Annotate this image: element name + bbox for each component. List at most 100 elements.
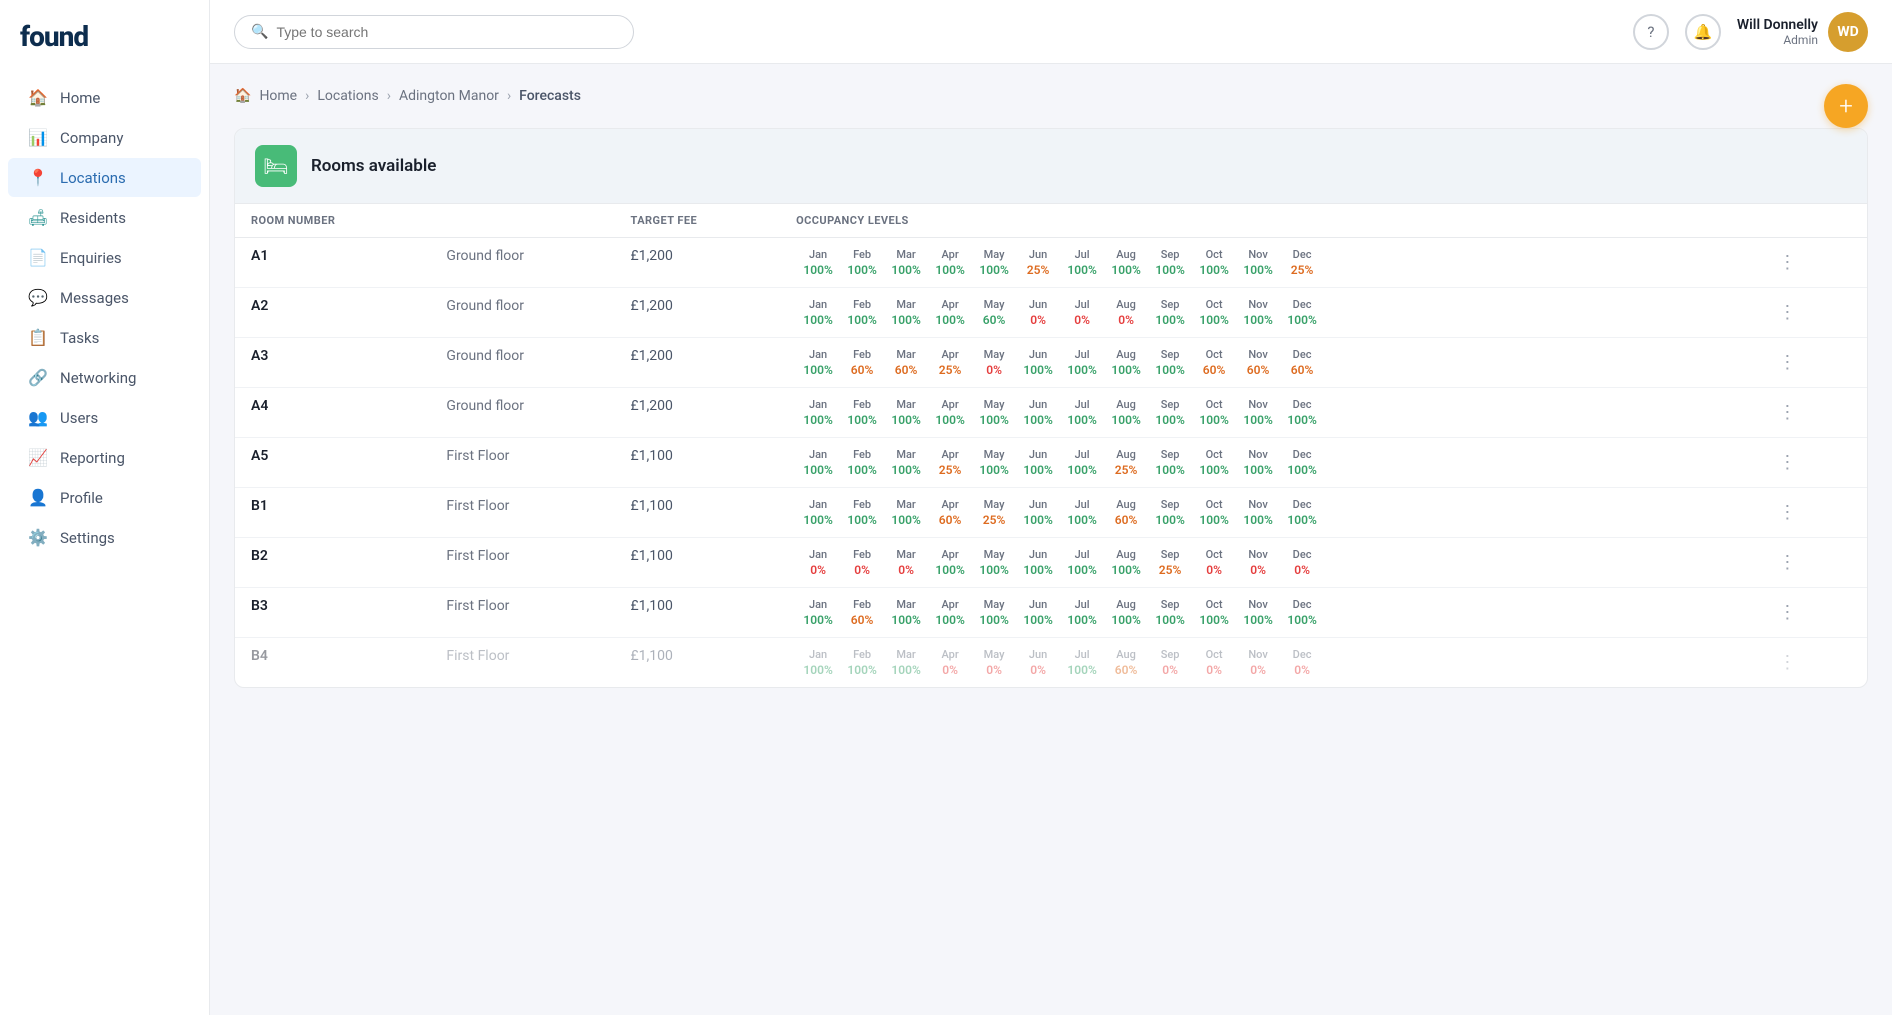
row-menu-button[interactable]: ⋮ xyxy=(1770,448,1851,477)
col-room: ROOM NUMBER xyxy=(235,204,430,238)
row-actions[interactable]: ⋮ xyxy=(1754,538,1867,588)
occ-month-feb: Feb 100% xyxy=(840,498,884,527)
occ-month-oct: Oct 100% xyxy=(1192,598,1236,627)
target-fee: £1,100 xyxy=(615,438,781,488)
occ-month-jun: Jun 100% xyxy=(1016,598,1060,627)
floor-label: First Floor xyxy=(430,588,614,638)
sidebar-item-settings[interactable]: ⚙️ Settings xyxy=(8,518,201,557)
sidebar-item-label: Home xyxy=(60,89,100,107)
row-actions[interactable]: ⋮ xyxy=(1754,638,1867,688)
occ-month-feb: Feb 60% xyxy=(840,598,884,627)
breadcrumb-sep-2: › xyxy=(387,88,391,104)
occ-month-jul: Jul 100% xyxy=(1060,498,1104,527)
occ-month-feb: Feb 0% xyxy=(840,548,884,577)
occ-month-mar: Mar 100% xyxy=(884,448,928,477)
row-menu-button[interactable]: ⋮ xyxy=(1770,498,1851,527)
occ-month-jun: Jun 0% xyxy=(1016,648,1060,677)
row-actions[interactable]: ⋮ xyxy=(1754,488,1867,538)
occ-month-jun: Jun 100% xyxy=(1016,498,1060,527)
sidebar-item-networking[interactable]: 🔗 Networking xyxy=(8,358,201,397)
row-actions[interactable]: ⋮ xyxy=(1754,238,1867,288)
breadcrumb-home[interactable]: Home xyxy=(259,88,297,104)
floor-label: Ground floor xyxy=(430,338,614,388)
occ-month-dec: Dec 25% xyxy=(1280,248,1324,277)
avatar[interactable]: WD xyxy=(1828,12,1868,52)
breadcrumb-locations[interactable]: Locations xyxy=(317,88,378,104)
room-number: A3 xyxy=(235,338,430,388)
add-button[interactable]: + xyxy=(1824,84,1868,128)
target-fee: £1,200 xyxy=(615,338,781,388)
target-fee: £1,200 xyxy=(615,288,781,338)
table-row: A1 Ground floor £1,200 Jan 100% Feb 100%… xyxy=(235,238,1867,288)
sidebar-item-locations[interactable]: 📍 Locations xyxy=(8,158,201,197)
breadcrumb-property[interactable]: Adington Manor xyxy=(399,88,499,104)
occ-month-sep: Sep 100% xyxy=(1148,348,1192,377)
row-actions[interactable]: ⋮ xyxy=(1754,438,1867,488)
row-menu-button[interactable]: ⋮ xyxy=(1770,298,1851,327)
occupancy-levels: Jan 100% Feb 100% Mar 100% Apr 100% May … xyxy=(780,288,1754,338)
occ-month-aug: Aug 100% xyxy=(1104,548,1148,577)
sidebar-item-label: Enquiries xyxy=(60,249,122,267)
occ-month-nov: Nov 0% xyxy=(1236,648,1280,677)
occ-month-jul: Jul 100% xyxy=(1060,548,1104,577)
row-actions[interactable]: ⋮ xyxy=(1754,288,1867,338)
occ-month-sep: Sep 100% xyxy=(1148,598,1192,627)
sidebar-item-home[interactable]: 🏠 Home xyxy=(8,78,201,117)
sidebar-item-users[interactable]: 👥 Users xyxy=(8,398,201,437)
occ-month-dec: Dec 100% xyxy=(1280,448,1324,477)
search-box[interactable]: 🔍 xyxy=(234,15,634,49)
row-menu-button[interactable]: ⋮ xyxy=(1770,398,1851,427)
col-floor xyxy=(430,204,614,238)
row-menu-button[interactable]: ⋮ xyxy=(1770,348,1851,377)
breadcrumb-home-icon: 🏠 xyxy=(234,88,251,104)
occ-month-oct: Oct 100% xyxy=(1192,498,1236,527)
main-nav: 🏠 Home 📊 Company 📍 Locations 🛋 Residents… xyxy=(0,77,209,558)
room-number: A5 xyxy=(235,438,430,488)
breadcrumb: 🏠 Home › Locations › Adington Manor › Fo… xyxy=(234,88,1868,104)
occ-month-oct: Oct 100% xyxy=(1192,448,1236,477)
content-area: 🏠 Home › Locations › Adington Manor › Fo… xyxy=(210,64,1892,1015)
occ-month-dec: Dec 100% xyxy=(1280,398,1324,427)
sidebar-item-residents[interactable]: 🛋 Residents xyxy=(8,198,201,237)
occ-month-aug: Aug 100% xyxy=(1104,398,1148,427)
occ-month-may: May 100% xyxy=(972,448,1016,477)
col-occ: OCCUPANCY LEVELS xyxy=(780,204,1754,238)
occ-month-dec: Dec 100% xyxy=(1280,598,1324,627)
row-actions[interactable]: ⋮ xyxy=(1754,388,1867,438)
row-menu-button[interactable]: ⋮ xyxy=(1770,248,1851,277)
occ-month-may: May 0% xyxy=(972,648,1016,677)
occ-month-jun: Jun 100% xyxy=(1016,348,1060,377)
occ-month-jun: Jun 100% xyxy=(1016,398,1060,427)
row-actions[interactable]: ⋮ xyxy=(1754,338,1867,388)
sidebar-item-company[interactable]: 📊 Company xyxy=(8,118,201,157)
locations-icon: 📍 xyxy=(28,168,48,187)
notifications-button[interactable]: 🔔 xyxy=(1685,14,1721,50)
occ-month-nov: Nov 100% xyxy=(1236,598,1280,627)
occ-month-apr: Apr 60% xyxy=(928,498,972,527)
sidebar-item-enquiries[interactable]: 📄 Enquiries xyxy=(8,238,201,277)
company-icon: 📊 xyxy=(28,128,48,147)
help-button[interactable]: ? xyxy=(1633,14,1669,50)
occ-month-apr: Apr 25% xyxy=(928,448,972,477)
sidebar-item-profile[interactable]: 👤 Profile xyxy=(8,478,201,517)
header: 🔍 ? 🔔 Will Donnelly Admin WD xyxy=(210,0,1892,64)
occ-month-feb: Feb 60% xyxy=(840,348,884,377)
card-header: 🛏 Rooms available xyxy=(235,129,1867,204)
occ-month-may: May 100% xyxy=(972,548,1016,577)
sidebar-item-tasks[interactable]: 📋 Tasks xyxy=(8,318,201,357)
messages-icon: 💬 xyxy=(28,288,48,307)
row-menu-button[interactable]: ⋮ xyxy=(1770,548,1851,577)
occ-month-oct: Oct 100% xyxy=(1192,248,1236,277)
sidebar-item-reporting[interactable]: 📈 Reporting xyxy=(8,438,201,477)
row-actions[interactable]: ⋮ xyxy=(1754,588,1867,638)
occ-month-nov: Nov 100% xyxy=(1236,498,1280,527)
search-input[interactable] xyxy=(276,24,617,40)
floor-label: Ground floor xyxy=(430,238,614,288)
sidebar-item-messages[interactable]: 💬 Messages xyxy=(8,278,201,317)
occ-month-mar: Mar 100% xyxy=(884,648,928,677)
row-menu-button[interactable]: ⋮ xyxy=(1770,598,1851,627)
occ-month-mar: Mar 0% xyxy=(884,548,928,577)
users-icon: 👥 xyxy=(28,408,48,427)
occ-month-nov: Nov 0% xyxy=(1236,548,1280,577)
row-menu-button[interactable]: ⋮ xyxy=(1770,648,1851,677)
